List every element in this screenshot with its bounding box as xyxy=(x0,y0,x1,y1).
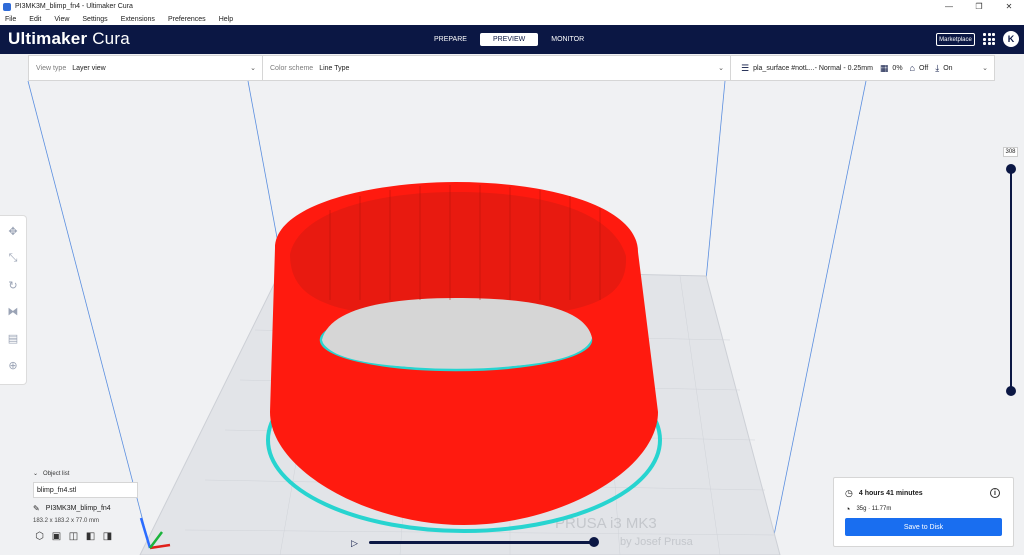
window-controls: — ❐ ✕ xyxy=(934,0,1024,13)
view-type-label: View type xyxy=(36,64,67,72)
apps-grid-icon[interactable] xyxy=(983,33,995,45)
scale-tool-icon[interactable]: ⤡ xyxy=(5,251,21,267)
chevron-down-icon: ⌄ xyxy=(718,65,724,72)
profile-label: pla_surface #notL...- Normal - 0.25mm xyxy=(753,64,873,72)
spool-icon: ◔ xyxy=(845,504,851,514)
simulation-slider-handle[interactable] xyxy=(589,537,599,547)
chevron-down-icon: ⌄ xyxy=(33,471,39,477)
app-header: Ultimaker Cura PREPARE PREVIEW MONITOR M… xyxy=(0,25,1024,54)
color-scheme-select[interactable]: Color scheme Line Type ⌄ xyxy=(263,56,731,80)
menu-bar: File Edit View Settings Extensions Prefe… xyxy=(0,13,1024,25)
material-usage: 35g · 11.77m xyxy=(856,506,892,512)
window-title-bar: PI3MK3M_blimp_fn4 - Ultimaker Cura — ❐ ✕ xyxy=(0,0,1024,13)
move-tool-icon[interactable]: ✥ xyxy=(5,224,21,240)
per-model-settings-icon[interactable]: ▤ xyxy=(5,331,21,347)
view-right-icon[interactable]: ◨ xyxy=(101,530,114,542)
tab-preview[interactable]: PREVIEW xyxy=(479,33,539,46)
infill-setting: ▦ 0% xyxy=(880,63,903,74)
menu-preferences[interactable]: Preferences xyxy=(168,16,206,23)
brand-logo: Ultimaker Cura xyxy=(8,29,130,48)
view-settings-bar: View type Layer view ⌄ Color scheme Line… xyxy=(28,55,995,81)
layer-max-handle[interactable] xyxy=(1006,164,1016,174)
object-list-item[interactable]: blimp_fn4.stl xyxy=(33,482,138,498)
infill-icon: ▦ xyxy=(879,62,889,73)
layer-min-handle[interactable] xyxy=(1006,386,1016,396)
window-title: PI3MK3M_blimp_fn4 - Ultimaker Cura xyxy=(15,3,133,10)
print-floor-visible xyxy=(322,298,592,368)
infill-value: 0% xyxy=(892,64,903,72)
camera-view-buttons: ⬡ ▣ ◫ ◧ ◨ xyxy=(33,530,153,542)
support-blocker-icon[interactable]: ⊕ xyxy=(5,357,21,373)
mirror-tool-icon[interactable]: ⧓ xyxy=(5,304,21,320)
marketplace-button[interactable]: Marketplace xyxy=(936,33,975,46)
support-setting: ⌂ Off xyxy=(910,63,929,73)
print-info-panel: ◷ 4 hours 41 minutes i ◔ 35g · 11.77m Sa… xyxy=(833,477,1014,547)
tab-prepare[interactable]: PREPARE xyxy=(421,33,480,46)
adhesion-value: On xyxy=(943,64,953,72)
chevron-down-icon: ⌄ xyxy=(982,65,988,72)
adhesion-setting: ⤓ On xyxy=(935,63,952,74)
settings-sliders-icon: ☰ xyxy=(741,62,750,73)
color-scheme-label: Color scheme xyxy=(270,64,314,72)
info-icon[interactable]: i xyxy=(990,488,1000,498)
job-name: ✎ PI3MK3M_blimp_fn4 xyxy=(33,504,153,513)
object-list-header: Object list xyxy=(43,470,70,477)
view-front-icon[interactable]: ▣ xyxy=(50,530,63,542)
object-list-toggle[interactable]: ⌄ Object list xyxy=(33,470,153,478)
color-scheme-value: Line Type xyxy=(319,64,350,72)
view-type-value: Layer view xyxy=(72,64,106,72)
menu-edit[interactable]: Edit xyxy=(29,16,41,23)
material-row: ◔ 35g · 11.77m xyxy=(845,504,891,514)
close-icon[interactable]: ✕ xyxy=(994,0,1024,13)
view-left-icon[interactable]: ◧ xyxy=(84,530,97,542)
print-setup-selector[interactable]: ☰ pla_surface #notL...- Normal - 0.25mm … xyxy=(731,56,994,80)
save-to-disk-button[interactable]: Save to Disk xyxy=(845,518,1002,536)
clock-icon: ◷ xyxy=(845,488,853,498)
print-time: 4 hours 41 minutes xyxy=(858,490,923,497)
minimize-icon[interactable]: — xyxy=(934,0,964,13)
tab-monitor[interactable]: MONITOR xyxy=(538,33,597,46)
plate-logo-subtext: by Josef Prusa xyxy=(620,536,694,548)
object-list-panel: ⌄ Object list blimp_fn4.stl ✎ PI3MK3M_blim… xyxy=(33,470,153,542)
account-avatar[interactable]: K xyxy=(1003,31,1019,47)
stage-tabs: PREPARE PREVIEW MONITOR xyxy=(421,33,597,46)
menu-extensions[interactable]: Extensions xyxy=(121,16,155,23)
profile-setting: ☰ pla_surface #notL...- Normal - 0.25mm xyxy=(741,63,873,74)
view-3d-icon[interactable]: ⬡ xyxy=(33,530,46,542)
pencil-icon[interactable]: ✎ xyxy=(33,504,40,513)
simulation-slider-track[interactable] xyxy=(369,541,595,544)
layer-slider-track[interactable] xyxy=(1010,169,1012,391)
menu-help[interactable]: Help xyxy=(219,16,233,23)
support-value: Off xyxy=(918,64,929,72)
menu-settings[interactable]: Settings xyxy=(82,16,107,23)
menu-file[interactable]: File xyxy=(5,16,16,23)
play-icon[interactable]: ▷ xyxy=(351,538,358,549)
cura-app-icon xyxy=(3,2,11,11)
rotate-tool-icon[interactable]: ↻ xyxy=(5,277,21,293)
model-dimensions: 183.2 x 183.2 x 77.0 mm xyxy=(33,518,100,524)
view-top-icon[interactable]: ◫ xyxy=(67,530,80,542)
chevron-down-icon: ⌄ xyxy=(250,65,256,72)
print-time-row: ◷ 4 hours 41 minutes xyxy=(845,488,923,499)
menu-view[interactable]: View xyxy=(54,16,69,23)
layer-max-value[interactable]: 308 xyxy=(1003,147,1018,157)
adhesion-icon: ⤓ xyxy=(935,62,940,73)
tool-panel: ✥ ⤡ ↻ ⧓ ▤ ⊕ xyxy=(0,215,27,385)
maximize-icon[interactable]: ❐ xyxy=(964,0,994,13)
view-type-select[interactable]: View type Layer view ⌄ xyxy=(29,56,263,80)
support-icon: ⌂ xyxy=(909,63,915,73)
job-name-text[interactable]: PI3MK3M_blimp_fn4 xyxy=(46,505,111,512)
